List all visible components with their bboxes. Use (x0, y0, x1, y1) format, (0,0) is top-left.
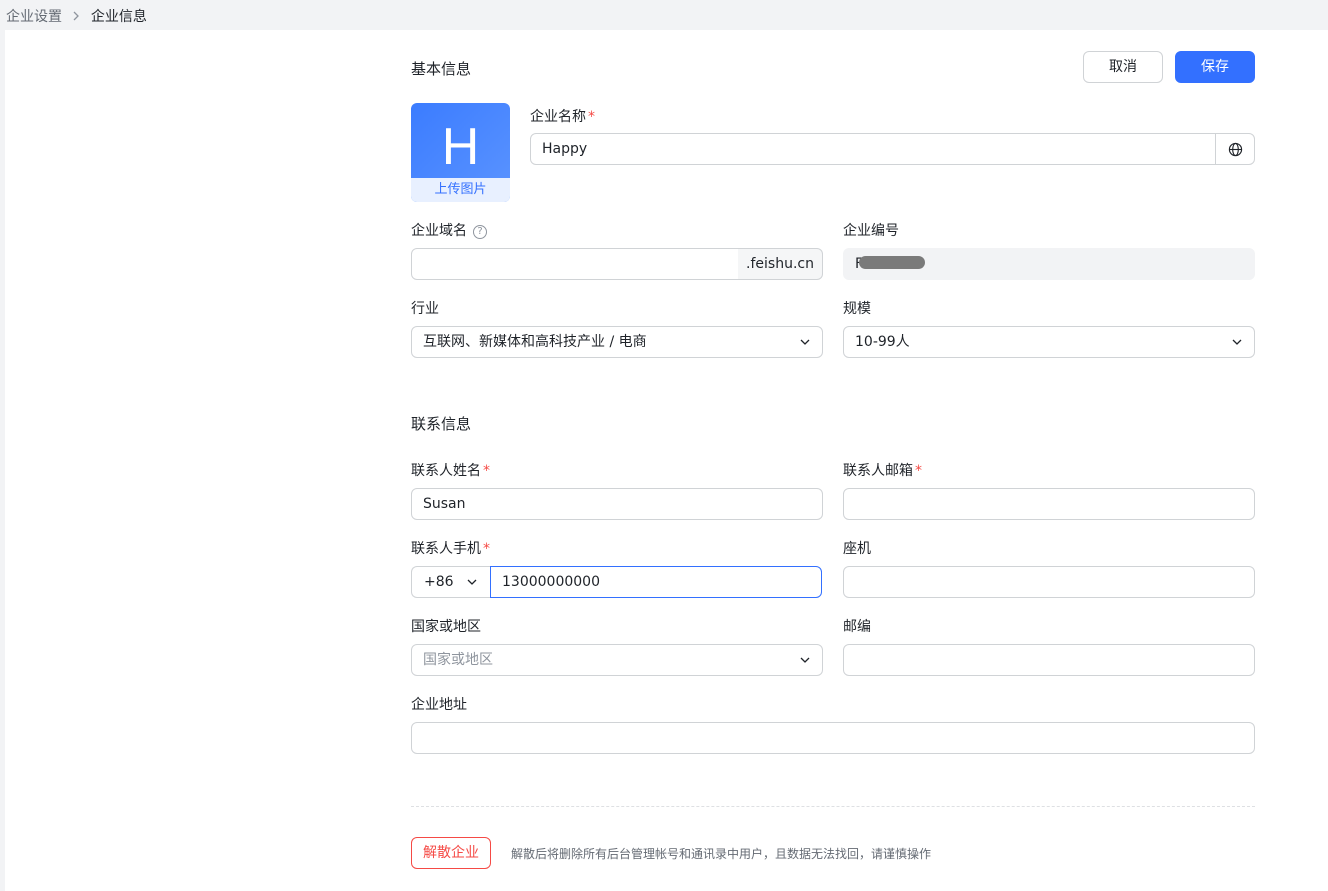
company-name-input[interactable]: Happy (530, 133, 1216, 165)
domain-input[interactable] (411, 248, 739, 280)
industry-label: 行业 (411, 301, 439, 317)
chevron-down-icon (467, 579, 477, 585)
contact-info-title: 联系信息 (411, 415, 472, 433)
country-code-value: +86 (424, 574, 454, 590)
contact-mobile-input[interactable]: 13000000000 (490, 566, 822, 598)
domain-label: 企业域名? (411, 220, 487, 240)
help-icon[interactable]: ? (473, 225, 487, 239)
address-input[interactable] (411, 722, 1255, 754)
company-avatar[interactable]: H 上传图片 (411, 103, 510, 202)
cancel-button[interactable]: 取消 (1083, 51, 1163, 83)
contact-email-label: 联系人邮箱 * (843, 463, 922, 479)
chevron-down-icon (1232, 339, 1242, 345)
scale-label: 规模 (843, 301, 871, 317)
country-label: 国家或地区 (411, 619, 481, 635)
redacted-mask (859, 256, 926, 269)
chevron-right-icon (72, 10, 80, 24)
contact-name-label: 联系人姓名 * (411, 463, 490, 479)
breadcrumb: 企业设置 企业信息 (6, 6, 147, 26)
globe-icon (1228, 142, 1243, 157)
dissolve-company-button[interactable]: 解散企业 (411, 837, 491, 869)
breadcrumb-current: 企业信息 (90, 9, 147, 25)
breadcrumb-parent[interactable]: 企业设置 (6, 9, 62, 25)
scale-value: 10-99人 (855, 334, 910, 350)
company-name-label: 企业名称 * (530, 109, 595, 125)
landline-label: 座机 (843, 541, 871, 557)
chevron-down-icon (800, 339, 810, 345)
postcode-label: 邮编 (843, 619, 871, 635)
basic-info-title: 基本信息 (411, 60, 472, 78)
contact-mobile-label: 联系人手机 * (411, 541, 490, 557)
avatar-letter: H (441, 118, 480, 176)
postcode-input[interactable] (843, 644, 1255, 676)
country-select[interactable]: 国家或地区 (411, 644, 823, 676)
contact-email-input[interactable] (843, 488, 1255, 520)
dissolve-warning-text: 解散后将删除所有后台管理帐号和通讯录中用户，且数据无法找回，请谨慎操作 (511, 847, 932, 861)
section-divider (411, 806, 1255, 807)
company-id-value: F (843, 248, 1255, 280)
domain-suffix: .feishu.cn (738, 248, 823, 280)
landline-input[interactable] (843, 566, 1255, 598)
top-bar: 企业设置 企业信息 (0, 0, 1328, 30)
address-label: 企业地址 (411, 697, 467, 713)
country-placeholder: 国家或地区 (423, 652, 493, 668)
chevron-down-icon (800, 657, 810, 663)
scale-select[interactable]: 10-99人 (843, 326, 1255, 358)
country-code-select[interactable]: +86 (411, 566, 491, 598)
save-button[interactable]: 保存 (1175, 51, 1255, 83)
industry-select[interactable]: 互联网、新媒体和高科技产业 / 电商 (411, 326, 823, 358)
company-id-label: 企业编号 (843, 223, 899, 239)
contact-name-input[interactable]: Susan (411, 488, 823, 520)
language-globe-button[interactable] (1215, 133, 1255, 165)
upload-image-button[interactable]: 上传图片 (411, 178, 510, 202)
industry-value: 互联网、新媒体和高科技产业 / 电商 (423, 334, 647, 350)
